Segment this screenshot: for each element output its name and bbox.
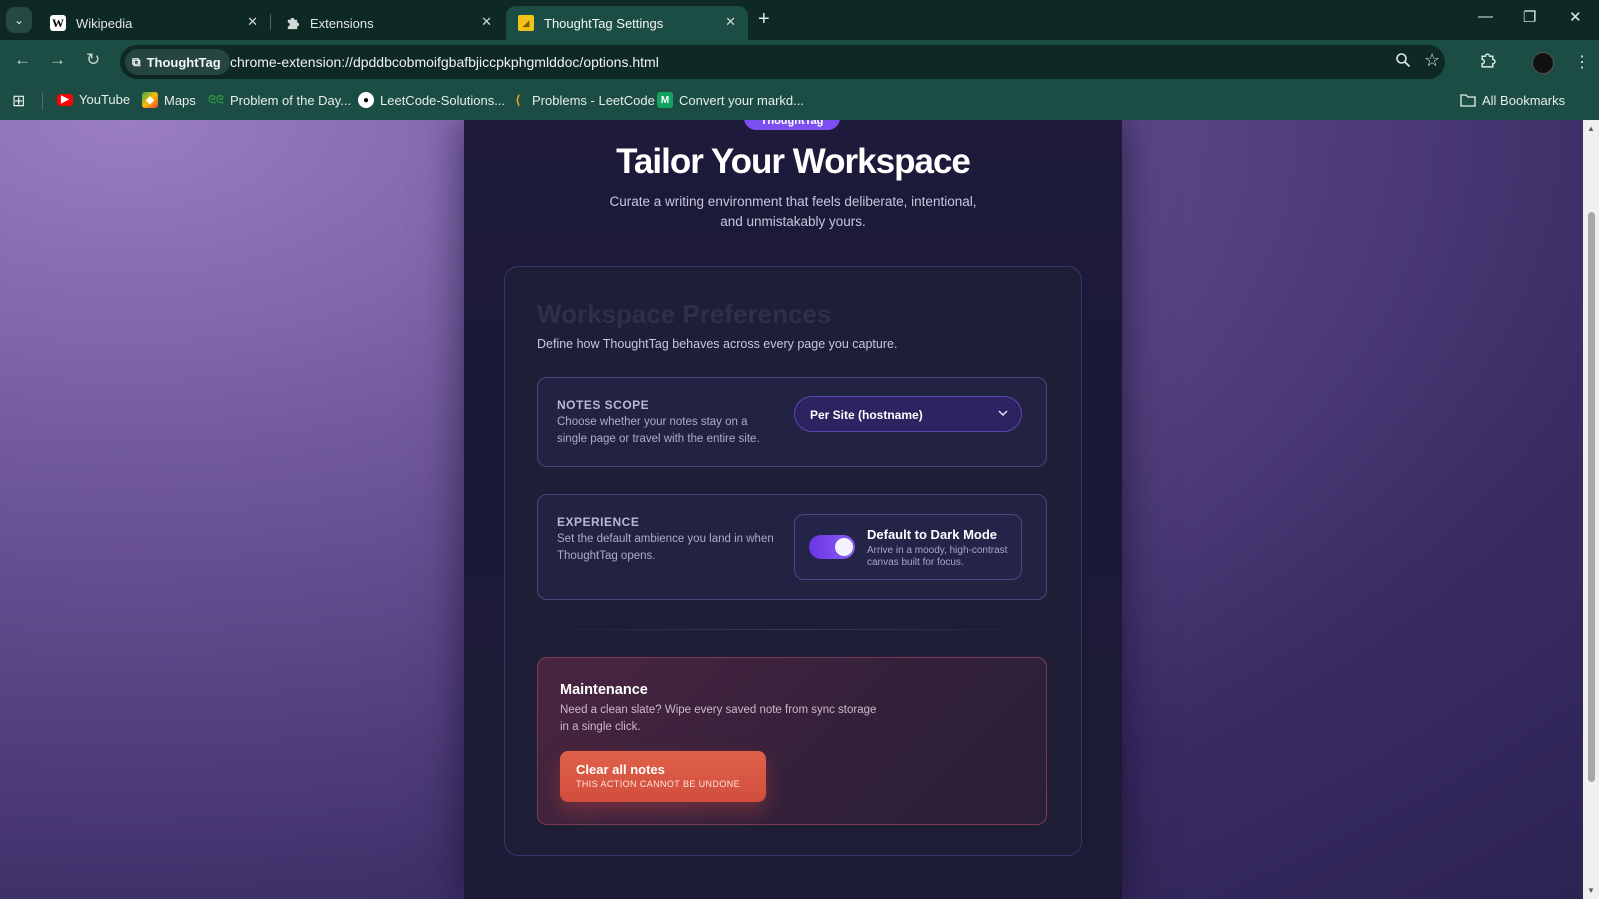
chevron-down-icon (997, 407, 1009, 422)
card-title: Workspace Preferences (537, 299, 832, 329)
gfg-icon: ᘓᘓ (208, 93, 224, 106)
notes-scope-label: NOTES SCOPE (557, 398, 650, 412)
site-chip-label: ThoughtTag (146, 54, 221, 70)
notes-scope-help: Choose whether your notes stay on a sing… (557, 416, 760, 445)
tab-title: ThoughtTag Settings (544, 15, 664, 31)
zoom-icon[interactable] (1395, 52, 1411, 72)
bookmark-label: LeetCode-Solutions... (380, 92, 506, 108)
tab-search-button[interactable]: ⌄ (6, 7, 32, 33)
section-divider (537, 629, 1047, 630)
tab-thoughttag-settings[interactable]: ◢ ThoughtTag Settings ✕ (506, 6, 748, 40)
tab-strip: ⌄ W Wikipedia ✕ Extensions ✕ ◢ ThoughtTa… (0, 0, 1599, 40)
toggle-knob (835, 538, 853, 556)
markdown-icon: M (657, 92, 673, 108)
apps-grid-icon[interactable]: ⊞ (12, 91, 25, 111)
bookmark-maps[interactable]: ◆ Maps (142, 92, 196, 108)
tab-title: Wikipedia (76, 15, 133, 31)
maintenance-section: Maintenance Need a clean slate? Wipe eve… (537, 657, 1047, 825)
reload-icon[interactable]: ↻ (86, 50, 100, 70)
bookmark-label: YouTube (79, 92, 131, 107)
dark-mode-option: Default to Dark Mode Arrive in a moody, … (794, 514, 1022, 580)
bookmark-convert-markdown[interactable]: M Convert your markd... (657, 92, 804, 108)
all-bookmarks-label: All Bookmarks (1482, 92, 1566, 108)
forward-icon[interactable]: → (49, 50, 66, 70)
bookmark-youtube[interactable]: ▶ YouTube (57, 92, 130, 107)
tab-separator (270, 14, 271, 30)
experience-setting: EXPERIENCE Set the default ambience you … (537, 494, 1047, 600)
clear-all-notes-button[interactable]: Clear all notes THIS ACTION CANNOT BE UN… (560, 751, 766, 802)
maintenance-description: Need a clean slate? Wipe every saved not… (560, 704, 877, 733)
page-subtitle: Curate a writing environment that feels … (609, 194, 977, 229)
bookmark-label: Maps (164, 92, 196, 108)
bookmark-star-icon[interactable]: ☆ (1424, 50, 1440, 71)
close-icon[interactable]: ✕ (247, 14, 258, 30)
bookmark-label: Convert your markd... (679, 92, 804, 108)
notes-scope-setting: NOTES SCOPE Choose whether your notes st… (537, 377, 1047, 467)
clear-button-warning: THIS ACTION CANNOT BE UNDONE (576, 779, 741, 789)
minimize-icon[interactable]: — (1478, 8, 1493, 25)
bookmark-separator (42, 92, 43, 110)
bookmark-label: Problem of the Day... (230, 92, 352, 108)
bookmark-problems-leetcode[interactable]: ⟨ Problems - LeetCode (510, 92, 655, 108)
wikipedia-icon: W (50, 15, 66, 31)
dark-mode-description: Arrive in a moody, high-contrast canvas … (867, 545, 1008, 568)
tab-title: Extensions (310, 15, 374, 31)
preferences-card: Workspace Preferences Define how Thought… (504, 266, 1082, 856)
notes-scope-select[interactable]: Per Site (hostname) (794, 396, 1022, 432)
maintenance-title: Maintenance (560, 682, 648, 698)
brand-pill: ThoughtTag (744, 120, 840, 130)
leetcode-icon: ⟨ (515, 93, 521, 107)
experience-help: Set the default ambience you land in whe… (557, 533, 774, 562)
address-bar[interactable]: ⧉ ThoughtTag chrome-extension://dpddbcob… (120, 45, 1445, 79)
restore-icon[interactable]: ❐ (1523, 8, 1536, 26)
url-text[interactable]: chrome-extension://dpddbcobmoifgbafbjicc… (230, 54, 659, 70)
tab-extensions[interactable]: Extensions ✕ (272, 6, 504, 40)
scrollbar-thumb[interactable] (1588, 212, 1595, 782)
page-viewport: ThoughtTag Tailor Your Workspace Curate … (0, 120, 1583, 899)
settings-panel: ThoughtTag Tailor Your Workspace Curate … (464, 120, 1122, 899)
dark-mode-title: Default to Dark Mode (867, 527, 998, 542)
bookmark-leetcode-solutions[interactable]: ● LeetCode-Solutions... (358, 92, 505, 108)
menu-icon[interactable]: ⋮ (1574, 52, 1590, 72)
card-description: Define how ThoughtTag behaves across eve… (537, 337, 898, 351)
back-icon[interactable]: ← (14, 50, 31, 70)
page-scrollbar[interactable]: ▲ ▼ (1583, 120, 1599, 899)
site-info-chip[interactable]: ⧉ ThoughtTag (125, 49, 230, 75)
chevron-down-icon: ⌄ (13, 13, 25, 27)
youtube-icon: ▶ (57, 93, 73, 106)
puzzle-icon (284, 15, 300, 31)
scroll-down-icon[interactable]: ▼ (1587, 886, 1595, 895)
browser-toolbar: ← → ↻ ⧉ ThoughtTag chrome-extension://dp… (0, 40, 1599, 82)
all-bookmarks-button[interactable]: All Bookmarks (1460, 92, 1565, 108)
new-tab-button[interactable]: + (758, 8, 770, 31)
notes-scope-value: Per Site (hostname) (810, 408, 923, 422)
tab-wikipedia[interactable]: W Wikipedia ✕ (38, 6, 270, 40)
page-title: Tailor Your Workspace (616, 142, 971, 181)
close-window-icon[interactable]: ✕ (1569, 8, 1582, 26)
folder-icon (1460, 92, 1476, 108)
bookmark-problem-of-the-day[interactable]: ᘓᘓ Problem of the Day... (208, 92, 351, 108)
extension-page-icon: ⧉ (132, 54, 141, 69)
scroll-up-icon[interactable]: ▲ (1587, 124, 1595, 133)
profile-avatar[interactable] (1532, 52, 1554, 74)
bookmark-label: Problems - LeetCode (532, 92, 655, 108)
extensions-icon[interactable] (1479, 52, 1496, 74)
close-icon[interactable]: ✕ (481, 14, 492, 30)
close-icon[interactable]: ✕ (725, 14, 736, 30)
experience-label: EXPERIENCE (557, 515, 640, 529)
sticky-note-icon: ◢ (518, 15, 534, 31)
dark-mode-toggle[interactable] (809, 535, 855, 559)
clear-button-label: Clear all notes (576, 762, 665, 777)
maps-icon: ◆ (142, 92, 158, 108)
github-icon: ● (358, 92, 374, 108)
bookmarks-bar: ⊞ ▶ YouTube ◆ Maps ᘓᘓ Problem of the Day… (0, 82, 1599, 120)
